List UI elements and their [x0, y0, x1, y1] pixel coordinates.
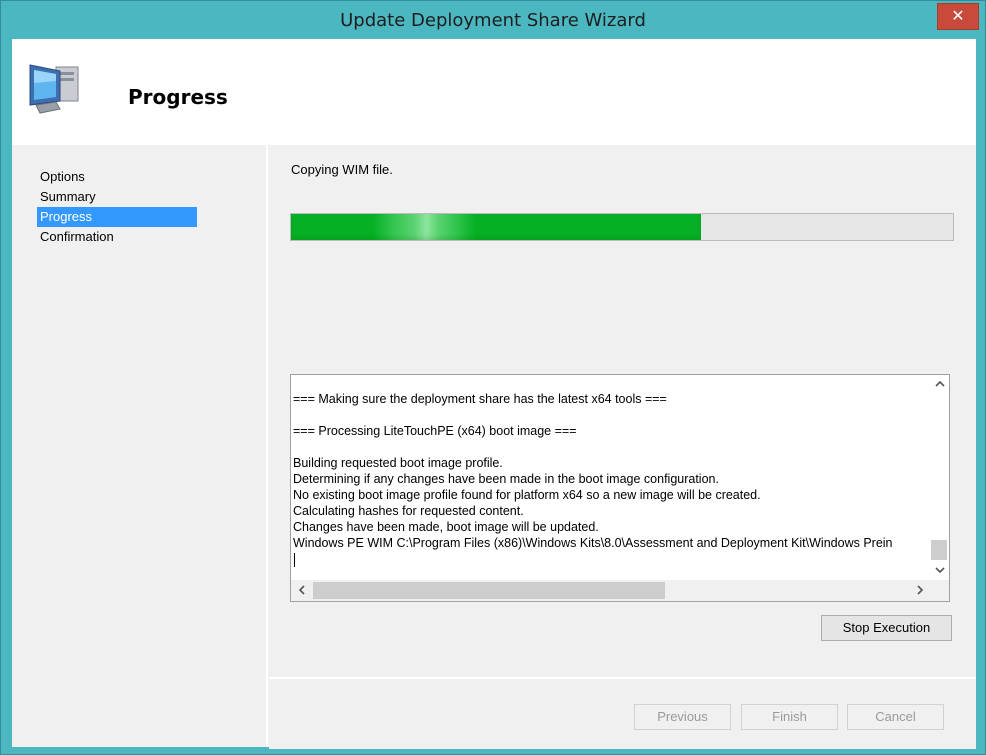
horizontal-scroll-thumb[interactable] — [313, 582, 665, 599]
wizard-header: Progress — [12, 39, 976, 145]
close-button[interactable]: ✕ — [937, 3, 979, 30]
stop-execution-button[interactable]: Stop Execution — [821, 615, 952, 641]
vertical-scroll-thumb[interactable] — [931, 540, 947, 560]
log-line: Changes have been made, boot image will … — [293, 520, 599, 534]
sidebar-item-progress[interactable]: Progress — [37, 207, 197, 227]
scroll-left-icon[interactable] — [293, 584, 310, 599]
cancel-button[interactable]: Cancel — [847, 704, 944, 730]
scroll-right-icon[interactable] — [911, 584, 928, 599]
scroll-up-icon[interactable] — [931, 377, 948, 392]
wizard-body: Options Summary Progress Confirmation Co… — [12, 145, 976, 749]
log-line: Calculating hashes for requested content… — [293, 504, 524, 518]
window-title: Update Deployment Share Wizard — [340, 10, 646, 31]
title-bar[interactable]: Update Deployment Share Wizard ✕ — [1, 1, 985, 39]
scroll-down-icon[interactable] — [931, 563, 948, 578]
wizard-steps-sidebar: Options Summary Progress Confirmation — [12, 145, 268, 747]
finish-button[interactable]: Finish — [741, 704, 838, 730]
scrollbar-corner — [930, 580, 949, 601]
log-lines: === Making sure the deployment share has… — [293, 391, 927, 551]
wizard-footer: Previous Finish Cancel — [269, 677, 976, 749]
sidebar-item-summary[interactable]: Summary — [37, 187, 197, 207]
log-line: No existing boot image profile found for… — [293, 488, 761, 502]
progress-bar-fill — [291, 214, 702, 240]
progress-bar — [290, 213, 954, 241]
computer-icon — [26, 61, 86, 117]
log-output[interactable]: === Making sure the deployment share has… — [290, 374, 950, 602]
vertical-scrollbar[interactable] — [930, 375, 949, 581]
sidebar-item-confirmation[interactable]: Confirmation — [37, 227, 197, 247]
log-line: Determining if any changes have been mad… — [293, 472, 719, 486]
progress-panel: Copying WIM file. === Making sure the de… — [269, 145, 976, 675]
text-caret — [294, 553, 295, 567]
previous-button[interactable]: Previous — [634, 704, 731, 730]
log-line: Building requested boot image profile. — [293, 456, 503, 470]
close-icon: ✕ — [951, 8, 965, 25]
page-title: Progress — [128, 85, 228, 109]
horizontal-scrollbar[interactable] — [291, 580, 931, 601]
log-line: Windows PE WIM C:\Program Files (x86)\Wi… — [293, 536, 893, 550]
sidebar-item-options[interactable]: Options — [37, 167, 197, 187]
status-text: Copying WIM file. — [291, 162, 393, 177]
log-line: === Making sure the deployment share has… — [293, 392, 667, 406]
wizard-window: Update Deployment Share Wizard ✕ Progres… — [0, 0, 986, 755]
log-line: === Processing LiteTouchPE (x64) boot im… — [293, 424, 577, 438]
